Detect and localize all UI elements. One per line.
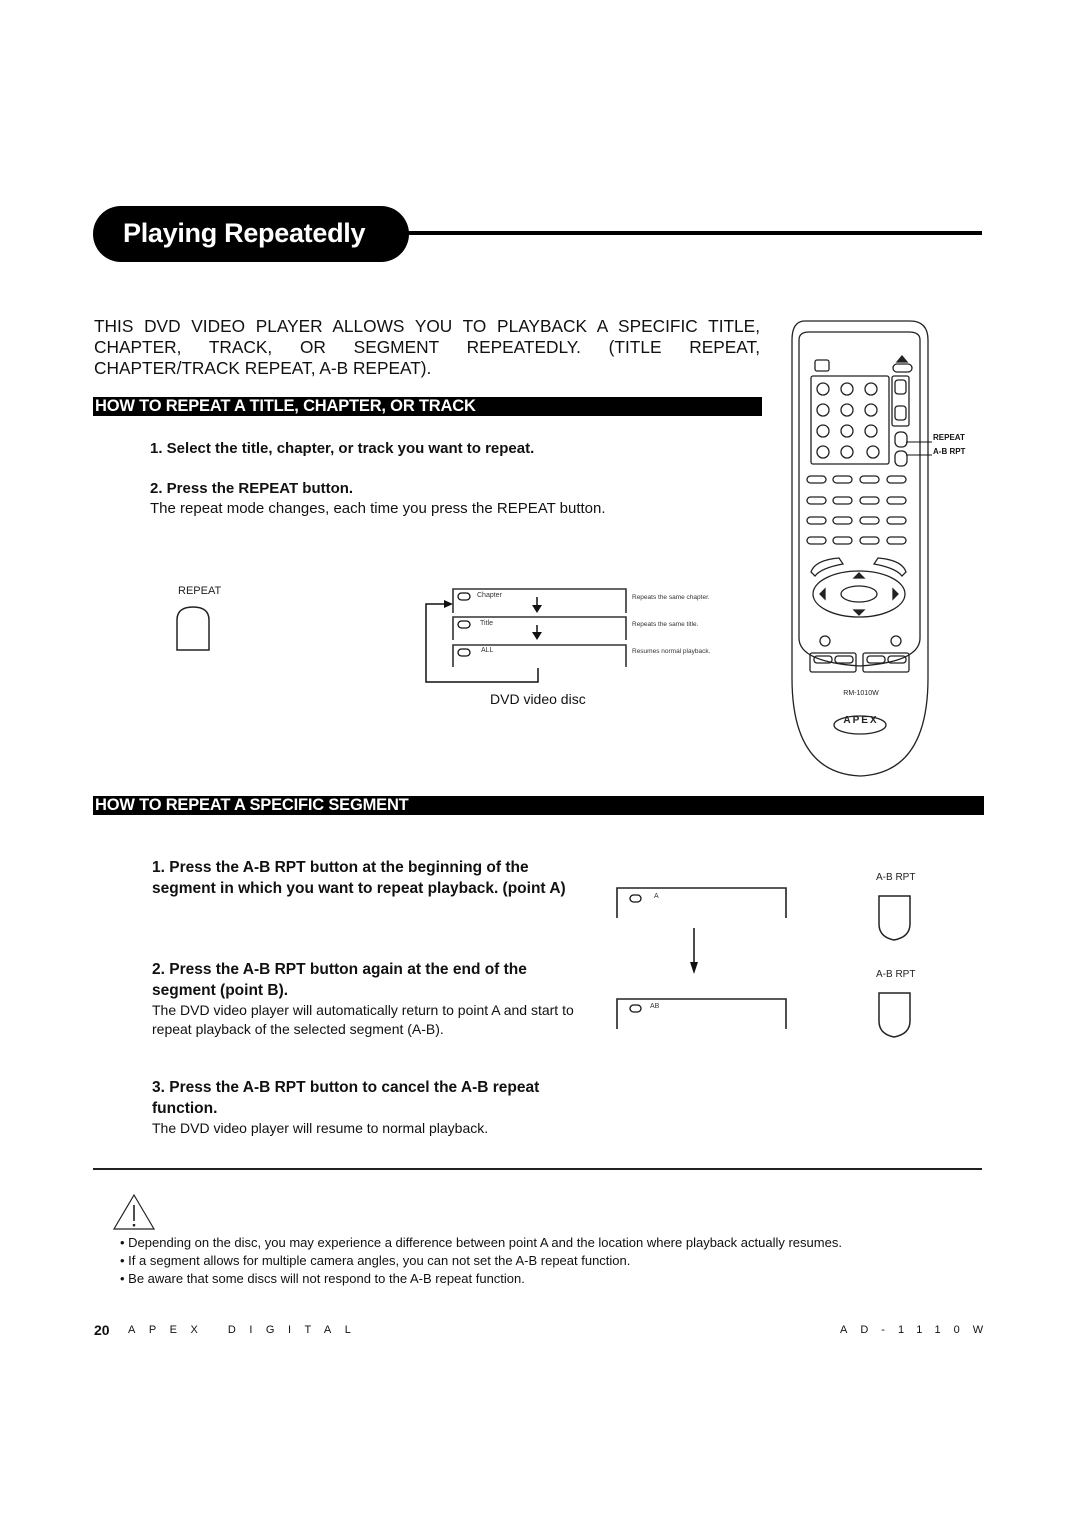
note-1: • Depending on the disc, you may experie… <box>120 1235 842 1250</box>
page-number: 20 <box>94 1322 110 1338</box>
display-text-a: A <box>654 893 659 900</box>
note-2: • If a segment allows for multiple camer… <box>120 1253 631 1268</box>
intro-text: THIS DVD VIDEO PLAYER ALLOWS YOU TO PLAY… <box>94 316 760 378</box>
display-text-ab: AB <box>650 1003 660 1010</box>
repeat-glyph-icon <box>629 1004 642 1013</box>
callout-ab-rpt: A-B RPT <box>933 447 966 456</box>
ab-rpt-button-icon <box>878 992 911 1038</box>
segment-step-3-detail: The DVD video player will resume to norm… <box>152 1120 489 1136</box>
step-2-detail: The repeat mode changes, each time you p… <box>150 500 606 517</box>
footer-model: AD-1110W <box>840 1324 997 1336</box>
segment-step-3-title: 3. Press the A-B RPT button to cancel th… <box>152 1079 540 1117</box>
ab-rpt-button-icon <box>878 895 911 941</box>
ab-rpt-label-1: A-B RPT <box>876 872 916 883</box>
step-2-title: 2. Press the REPEAT button. <box>150 480 354 497</box>
mode-label-all: ALL <box>481 647 494 654</box>
down-arrow-icon <box>532 605 542 613</box>
repeat-button-label: REPEAT <box>178 585 222 597</box>
loop-back-line <box>425 603 539 683</box>
diagram-caption: DVD video disc <box>490 691 586 707</box>
section-heading-repeat-title: HOW TO REPEAT A TITLE, CHAPTER, OR TRACK <box>93 397 762 416</box>
note-3: • Be aware that some discs will not resp… <box>120 1271 525 1286</box>
mode-box-all <box>452 644 627 667</box>
remote-brand-logo: APEX <box>843 715 878 726</box>
right-arrow-icon <box>444 600 453 608</box>
repeat-button-icon <box>176 606 210 651</box>
repeat-glyph-icon <box>629 894 642 903</box>
mode-label-chapter: Chapter <box>477 592 502 599</box>
warning-icon <box>112 1193 156 1230</box>
step-1-title: 1. Select the title, chapter, or track y… <box>150 440 535 457</box>
down-arrow-icon <box>690 962 698 974</box>
display-box-a <box>616 887 787 918</box>
mode-label-title: Title <box>480 620 493 627</box>
segment-step-2-detail: The DVD video player will automatically … <box>152 1002 574 1037</box>
display-box-ab <box>616 998 787 1029</box>
page-title: Playing Repeatedly <box>123 218 366 248</box>
section-divider <box>93 1168 982 1170</box>
mode-desc-title: Repeats the same title. <box>632 621 699 628</box>
remote-model-label: RM-1010W <box>843 690 879 697</box>
repeat-glyph-icon <box>457 592 471 601</box>
footer-brand: APEX DIGITAL <box>128 1324 365 1336</box>
remote-control: RM-1010W APEX <box>791 320 932 777</box>
segment-step-1-title: 1. Press the A-B RPT button at the begin… <box>152 859 566 897</box>
segment-step-2-title: 2. Press the A-B RPT button again at the… <box>152 961 527 999</box>
mode-box-title <box>452 616 627 640</box>
ab-rpt-label-2: A-B RPT <box>876 969 916 980</box>
mode-desc-chapter: Repeats the same chapter. <box>632 594 710 601</box>
callout-repeat: REPEAT <box>933 433 965 442</box>
repeat-glyph-icon <box>457 620 471 629</box>
ab-repeat-diagram <box>616 887 787 1029</box>
section-heading-repeat-segment: HOW TO REPEAT A SPECIFIC SEGMENT <box>93 796 984 815</box>
title-rule <box>405 231 982 235</box>
repeat-glyph-icon <box>457 648 471 657</box>
down-arrow-icon <box>532 632 542 640</box>
mode-desc-all: Resumes normal playback. <box>632 648 711 655</box>
